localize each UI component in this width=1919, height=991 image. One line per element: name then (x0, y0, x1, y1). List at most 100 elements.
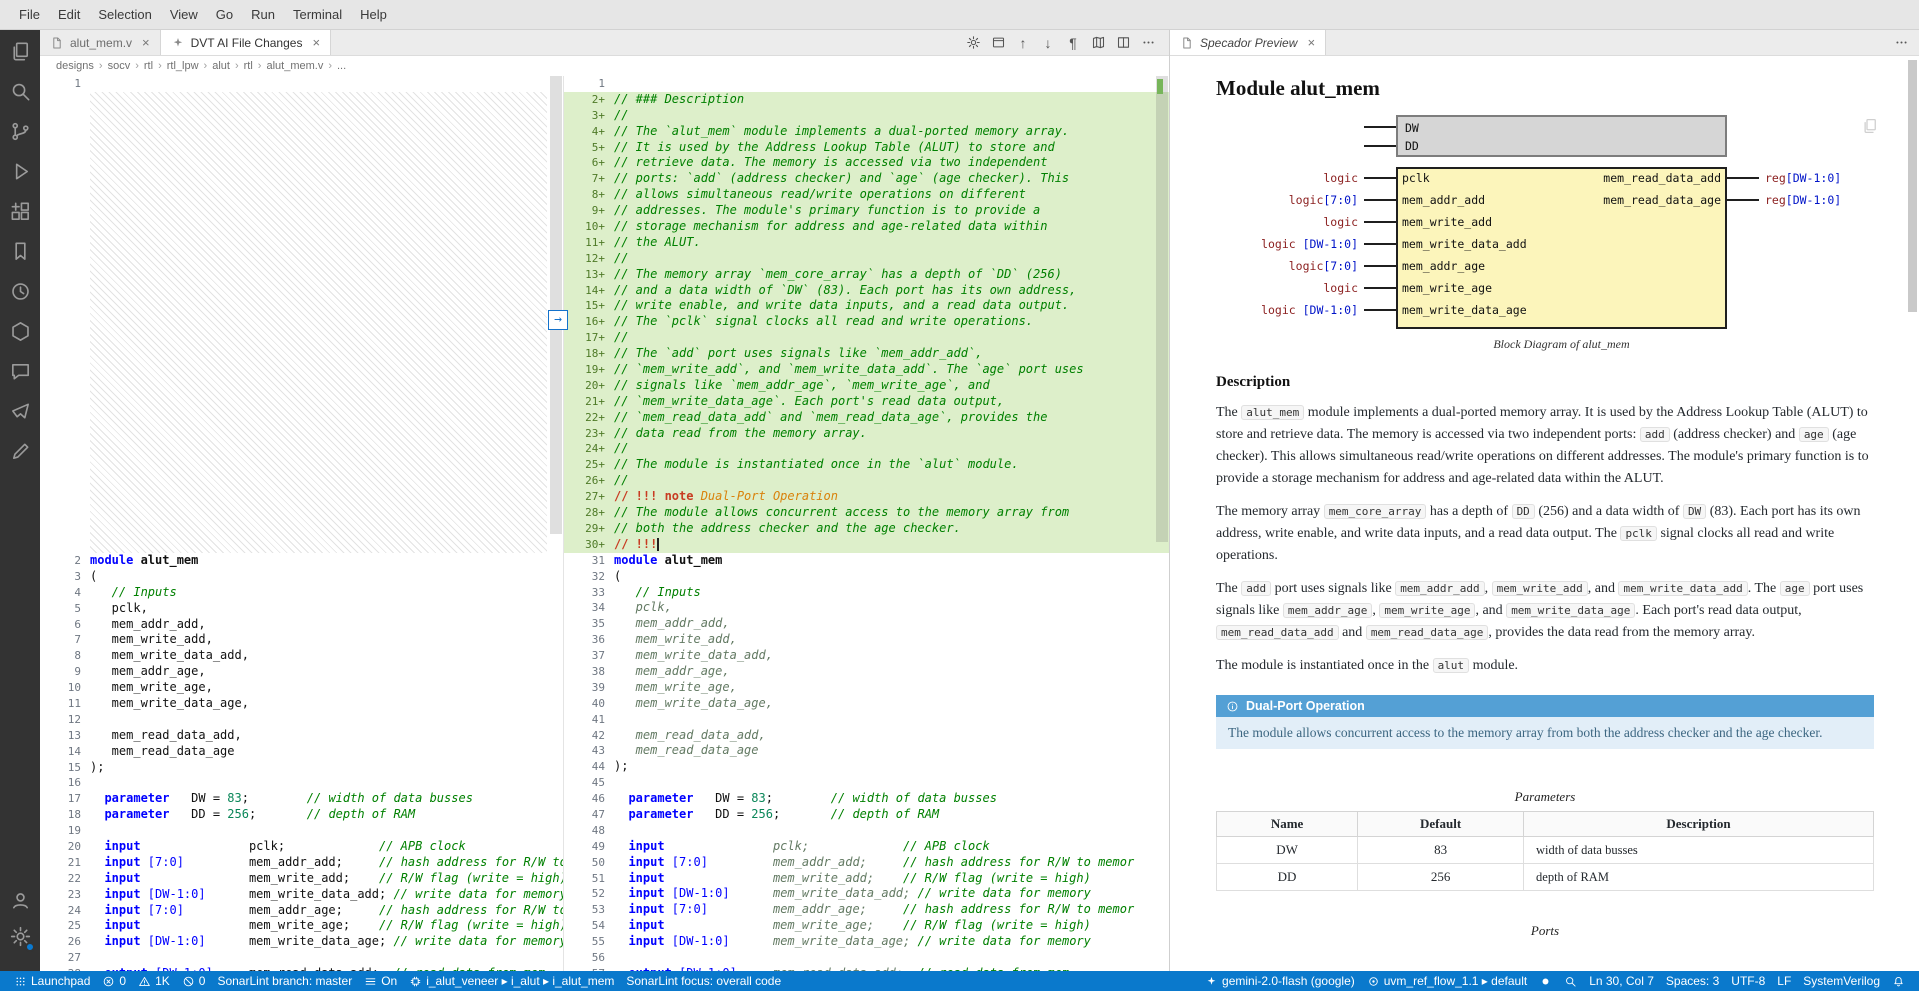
menu-terminal[interactable]: Terminal (284, 4, 351, 25)
code-line[interactable]: 22+// `mem_read_data_add` and `mem_read_… (564, 410, 1169, 426)
code-line[interactable]: 22 input mem_write_add; // R/W flag (wri… (40, 871, 563, 887)
status-connection[interactable] (1533, 971, 1558, 991)
code-line[interactable]: 45 (564, 775, 1169, 791)
code-line[interactable]: 36 mem_write_add, (564, 632, 1169, 648)
code-line[interactable]: 44); (564, 759, 1169, 775)
diff-navigate-button[interactable]: → (548, 310, 568, 330)
code-line[interactable]: 12 (40, 712, 563, 728)
code-line[interactable]: 2+// ### Description (564, 92, 1169, 108)
code-line[interactable]: 19+// `mem_write_add`, and `mem_write_da… (564, 362, 1169, 378)
code-line[interactable]: 3+// (564, 108, 1169, 124)
whitespace-button[interactable]: ¶ (1062, 32, 1084, 54)
diff-original-pane[interactable]: 12module alut_mem3(4 // Inputs5 pclk,6 m… (40, 76, 564, 971)
left-scrollbar-thumb[interactable] (550, 76, 562, 534)
code-line[interactable]: 5 pclk, (40, 601, 563, 617)
code-line[interactable]: 39 mem_write_age, (564, 680, 1169, 696)
code-line[interactable]: 10 mem_write_age, (40, 680, 563, 696)
code-line[interactable]: 9+// addresses. The module's primary fun… (564, 203, 1169, 219)
close-icon[interactable]: × (142, 36, 150, 49)
menu-edit[interactable]: Edit (49, 4, 89, 25)
breadcrumb-item-designs[interactable]: designs (56, 60, 94, 72)
code-line[interactable]: 16 (40, 775, 563, 791)
code-line[interactable]: 24 input [7:0] mem_addr_age; // hash add… (40, 903, 563, 919)
source-control-icon[interactable] (9, 120, 32, 143)
code-line[interactable]: 53 input [7:0] mem_addr_age; // hash add… (564, 902, 1169, 918)
settings-button[interactable] (9, 925, 32, 961)
code-line[interactable]: 13+// The memory array `mem_core_array` … (564, 267, 1169, 283)
code-line[interactable]: 6 mem_addr_add, (40, 617, 563, 633)
code-line[interactable]: 5+// It is used by the Address Lookup Ta… (564, 140, 1169, 156)
right-scrollbar[interactable] (1155, 76, 1169, 971)
code-line[interactable]: 41 (564, 712, 1169, 728)
bookmark-icon[interactable] (9, 240, 32, 263)
status-indentation[interactable]: Spaces: 3 (1660, 971, 1725, 991)
code-line[interactable]: 51 input mem_write_add; // R/W flag (wri… (564, 871, 1169, 887)
breadcrumb-item-alut-mem-v[interactable]: alut_mem.v (266, 60, 323, 72)
code-line[interactable]: 31module alut_mem (564, 553, 1169, 569)
code-line[interactable]: 46 parameter DW = 83; // width of data b… (564, 791, 1169, 807)
tab-dvt-ai-file-changes[interactable]: DVT AI File Changes× (161, 30, 331, 55)
code-line[interactable]: 10+// storage mechanism for address and … (564, 219, 1169, 235)
code-line[interactable]: 20 input pclk; // APB clock (40, 839, 563, 855)
code-line[interactable]: 23 input [DW-1:0] mem_write_data_add; //… (40, 887, 563, 903)
menu-run[interactable]: Run (242, 4, 284, 25)
code-line[interactable]: 48 (564, 823, 1169, 839)
code-line[interactable]: 21+// `mem_write_data_age`. Each port's … (564, 394, 1169, 410)
code-line[interactable]: 29+// both the address checker and the a… (564, 521, 1169, 537)
breadcrumb-item-rtl-lpw[interactable]: rtl_lpw (167, 60, 199, 72)
code-line[interactable]: 27 (40, 950, 563, 966)
edit-icon[interactable] (9, 440, 32, 463)
code-line[interactable]: 9 mem_addr_age, (40, 664, 563, 680)
status-problems-warnings[interactable]: 1K (132, 971, 176, 991)
left-scrollbar[interactable] (549, 76, 563, 971)
send-icon[interactable] (9, 400, 32, 423)
code-line[interactable]: 32( (564, 569, 1169, 585)
prev-change-button[interactable]: ↑ (1012, 32, 1034, 54)
code-line[interactable]: 37 mem_write_data_add, (564, 648, 1169, 664)
search-icon[interactable] (9, 80, 32, 103)
code-line[interactable]: 38 mem_addr_age, (564, 664, 1169, 680)
status-eol[interactable]: LF (1771, 971, 1797, 991)
code-line[interactable]: 15+// write enable, and write data input… (564, 298, 1169, 314)
breadcrumb-item-rtl[interactable]: rtl (244, 60, 253, 72)
code-line[interactable]: 2module alut_mem (40, 553, 563, 569)
code-line[interactable]: 23+// data read from the memory array. (564, 426, 1169, 442)
code-line[interactable]: 17+// (564, 330, 1169, 346)
status-cursor-position[interactable]: Ln 30, Col 7 (1583, 971, 1660, 991)
code-line[interactable]: 30+// !!! (564, 537, 1169, 553)
status-sonarlint-branch[interactable]: SonarLint branch: master (211, 971, 358, 991)
history-icon[interactable] (9, 280, 32, 303)
code-line[interactable]: 14 mem_read_data_age (40, 744, 563, 760)
code-line[interactable]: 55 input [DW-1:0] mem_write_data_age; //… (564, 934, 1169, 950)
files-icon[interactable] (9, 40, 32, 63)
menu-selection[interactable]: Selection (89, 4, 160, 25)
status-design-hierarchy[interactable]: i_alut_veneer ▸ i_alut ▸ i_alut_mem (403, 971, 620, 991)
preview-scrollbar[interactable] (1908, 56, 1918, 971)
code-line[interactable]: 7+// ports: `add` (address checker) and … (564, 171, 1169, 187)
close-icon[interactable]: × (1307, 36, 1315, 49)
code-line[interactable]: 14+// and a data width of `DW` (83). Eac… (564, 283, 1169, 299)
code-line[interactable]: 26 input [DW-1:0] mem_write_data_age; //… (40, 934, 563, 950)
code-line[interactable]: 49 input pclk; // APB clock (564, 839, 1169, 855)
code-line[interactable]: 13 mem_read_data_add, (40, 728, 563, 744)
code-line[interactable]: 35 mem_addr_add, (564, 616, 1169, 632)
split-editor-button[interactable] (1112, 32, 1134, 54)
map-button[interactable] (1087, 32, 1109, 54)
status-blocked-count[interactable]: 0 (176, 971, 212, 991)
right-scrollbar-thumb[interactable] (1156, 76, 1168, 542)
code-line[interactable]: 33 // Inputs (564, 585, 1169, 601)
breadcrumb-item-alut[interactable]: alut (212, 60, 230, 72)
code-line[interactable]: 50 input [7:0] mem_addr_add; // hash add… (564, 855, 1169, 871)
code-line[interactable]: 25 input mem_write_age; // R/W flag (wri… (40, 918, 563, 934)
breadcrumb-item-rtl[interactable]: rtl (144, 60, 153, 72)
code-line[interactable]: 17 parameter DW = 83; // width of data b… (40, 791, 563, 807)
code-line[interactable]: 28+// The module allows concurrent acces… (564, 505, 1169, 521)
code-line[interactable]: 1 (564, 76, 1169, 92)
code-line[interactable]: 42 mem_read_data_add, (564, 728, 1169, 744)
code-line[interactable]: 15); (40, 760, 563, 776)
status-language-mode[interactable]: SystemVerilog (1797, 971, 1886, 991)
code-line[interactable]: 12+// (564, 251, 1169, 267)
code-line[interactable]: 27+// !!! note Dual-Port Operation (564, 489, 1169, 505)
code-line[interactable]: 26+// (564, 473, 1169, 489)
code-line[interactable]: 8 mem_write_data_add, (40, 648, 563, 664)
